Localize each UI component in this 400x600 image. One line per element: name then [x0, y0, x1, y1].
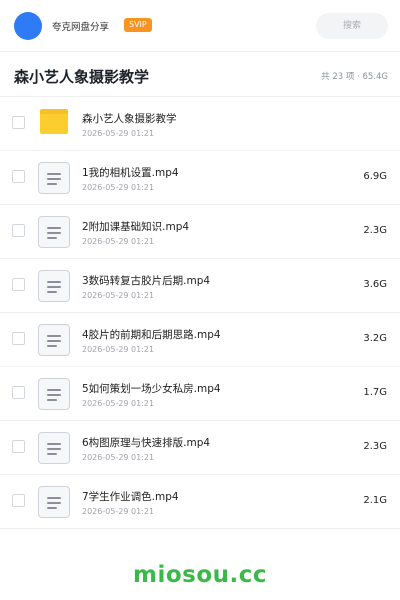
file-row[interactable]: 5如何策划一场少女私房.mp4 2026-05-29 01:21 1.7G — [0, 367, 400, 421]
row-checkbox[interactable] — [12, 386, 25, 399]
file-date: 2026-05-29 01:21 — [82, 237, 155, 246]
file-size: 3.2G — [363, 333, 387, 344]
file-size: 6.9G — [363, 171, 387, 182]
share-title: 夸克网盘分享 — [52, 22, 110, 33]
top-bar: 夸克网盘分享 SVIP 搜索 — [0, 0, 400, 52]
video-file-icon — [38, 270, 70, 302]
row-checkbox[interactable] — [12, 278, 25, 291]
file-row[interactable]: 1我的相机设置.mp4 2026-05-29 01:21 6.9G — [0, 151, 400, 205]
file-date: 2026-05-29 01:21 — [82, 129, 155, 138]
search-input[interactable]: 搜索 — [316, 13, 388, 39]
file-date: 2026-05-29 01:21 — [82, 183, 155, 192]
file-size: 2.3G — [363, 225, 387, 236]
svip-badge: SVIP — [124, 18, 152, 32]
file-size: 2.3G — [363, 441, 387, 452]
file-size: 1.7G — [363, 387, 387, 398]
file-date: 2026-05-29 01:21 — [82, 345, 155, 354]
file-size: 2.1G — [363, 495, 387, 506]
video-file-icon — [38, 378, 70, 410]
file-row[interactable]: 2附加课基础知识.mp4 2026-05-29 01:21 2.3G — [0, 205, 400, 259]
row-checkbox[interactable] — [12, 170, 25, 183]
file-row[interactable]: 3数码转复古胶片后期.mp4 2026-05-29 01:21 3.6G — [0, 259, 400, 313]
watermark: miosou.cc — [132, 562, 268, 588]
file-row[interactable]: 4胶片的前期和后期思路.mp4 2026-05-29 01:21 3.2G — [0, 313, 400, 367]
file-date: 2026-05-29 01:21 — [82, 507, 155, 516]
file-date: 2026-05-29 01:21 — [82, 399, 155, 408]
row-checkbox[interactable] — [12, 494, 25, 507]
folder-icon — [38, 108, 70, 140]
file-name[interactable]: 4胶片的前期和后期思路.mp4 — [82, 327, 221, 342]
video-file-icon — [38, 432, 70, 464]
file-row[interactable]: 森小艺人象摄影教学 2026-05-29 01:21 — [0, 97, 400, 151]
row-checkbox[interactable] — [12, 440, 25, 453]
file-name[interactable]: 6构图原理与快速排版.mp4 — [82, 435, 210, 450]
file-name[interactable]: 5如何策划一场少女私房.mp4 — [82, 381, 221, 396]
video-file-icon — [38, 324, 70, 356]
video-file-icon — [38, 162, 70, 194]
file-row[interactable]: 7学生作业调色.mp4 2026-05-29 01:21 2.1G — [0, 475, 400, 529]
file-date: 2026-05-29 01:21 — [82, 291, 155, 300]
avatar[interactable] — [14, 12, 42, 40]
video-file-icon — [38, 486, 70, 518]
file-list: 森小艺人象摄影教学 2026-05-29 01:21 1我的相机设置.mp4 2… — [0, 97, 400, 529]
file-name[interactable]: 森小艺人象摄影教学 — [82, 111, 177, 126]
file-date: 2026-05-29 01:21 — [82, 453, 155, 462]
file-size: 3.6G — [363, 279, 387, 290]
file-name[interactable]: 7学生作业调色.mp4 — [82, 489, 179, 504]
file-name[interactable]: 2附加课基础知识.mp4 — [82, 219, 189, 234]
row-checkbox[interactable] — [12, 116, 25, 129]
video-file-icon — [38, 216, 70, 248]
file-name[interactable]: 1我的相机设置.mp4 — [82, 165, 179, 180]
file-row[interactable]: 6构图原理与快速排版.mp4 2026-05-29 01:21 2.3G — [0, 421, 400, 475]
row-checkbox[interactable] — [12, 224, 25, 237]
row-checkbox[interactable] — [12, 332, 25, 345]
folder-meta: 共 23 项 · 65.4G — [321, 72, 388, 82]
folder-header: 森小艺人象摄影教学 共 23 项 · 65.4G — [0, 53, 400, 97]
file-name[interactable]: 3数码转复古胶片后期.mp4 — [82, 273, 210, 288]
page-title: 森小艺人象摄影教学 — [14, 68, 150, 86]
